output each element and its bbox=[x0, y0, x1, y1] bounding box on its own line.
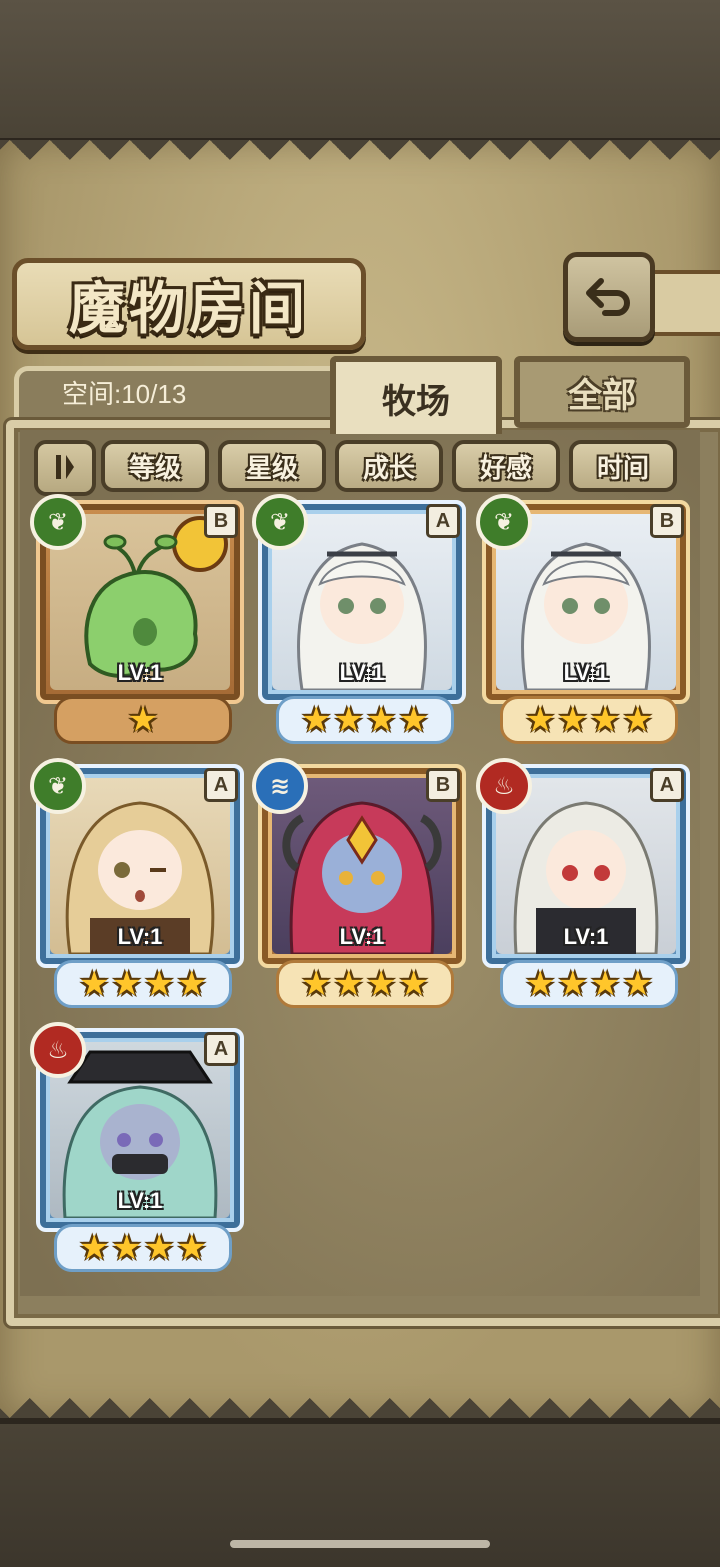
monster-card[interactable]: ≋ B LV:1 ★ ★ ★ ★ bbox=[252, 758, 466, 1008]
rank-badge: A bbox=[204, 1032, 238, 1066]
parchment-top-edge bbox=[0, 140, 720, 180]
parchment-bottom-edge bbox=[0, 1378, 720, 1418]
level-label: LV:1 bbox=[563, 660, 609, 685]
monster-card[interactable]: ❦ B LV:1 ★ bbox=[30, 494, 244, 744]
star-icon: ★ bbox=[622, 700, 653, 740]
page-title: 魔物房间 bbox=[69, 275, 309, 342]
home-indicator[interactable] bbox=[230, 1540, 490, 1548]
rank-badge: B bbox=[204, 504, 238, 538]
filter-level-button[interactable]: 等级 bbox=[101, 440, 209, 492]
level-label: LV:1 bbox=[339, 660, 385, 685]
star-icon: ★ bbox=[79, 964, 110, 1004]
monster-card[interactable]: ♨ A LV:1 ★ ★ ★ ★ bbox=[30, 1022, 244, 1272]
star-icon: ★ bbox=[590, 700, 621, 740]
star-icon: ★ bbox=[176, 964, 207, 1004]
filter-stars-button[interactable]: 星级 bbox=[218, 440, 326, 492]
star-icon: ★ bbox=[333, 964, 364, 1004]
rank-badge: A bbox=[426, 504, 460, 538]
star-icon: ★ bbox=[366, 964, 397, 1004]
back-button[interactable] bbox=[563, 252, 655, 342]
level-label: LV:1 bbox=[117, 660, 163, 685]
star-icon: ★ bbox=[333, 700, 364, 740]
star-icon: ★ bbox=[525, 964, 556, 1004]
filter-time-button[interactable]: 时间 bbox=[569, 440, 677, 492]
top-map-band bbox=[0, 0, 720, 144]
water-element-icon: ≋ bbox=[252, 758, 308, 814]
star-icon: ★ bbox=[590, 964, 621, 1004]
tab-all[interactable]: 全部 bbox=[514, 356, 690, 428]
fire-element-icon: ♨ bbox=[30, 1022, 86, 1078]
filter-affection-button[interactable]: 好感 bbox=[452, 440, 560, 492]
star-icon: ★ bbox=[127, 700, 159, 740]
star-icon: ★ bbox=[557, 964, 588, 1004]
star-icon: ★ bbox=[144, 964, 175, 1004]
level-label: LV:1 bbox=[339, 924, 385, 949]
star-icon: ★ bbox=[557, 700, 588, 740]
star-rating: ★ bbox=[54, 696, 232, 744]
monster-card[interactable]: ❦ A LV:1 ★ ★ ★ ★ bbox=[30, 758, 244, 1008]
star-rating: ★ ★ ★ ★ bbox=[500, 960, 678, 1008]
monster-card[interactable]: ❦ B LV:1 ★ ★ ★ ★ bbox=[476, 494, 690, 744]
nature-element-icon: ❦ bbox=[252, 494, 308, 550]
sort-order-button[interactable] bbox=[34, 440, 96, 496]
title-plate: 魔物房间 bbox=[12, 258, 366, 350]
star-icon: ★ bbox=[398, 700, 429, 740]
return-arrow-icon bbox=[586, 278, 630, 316]
star-icon: ★ bbox=[176, 1228, 207, 1268]
star-icon: ★ bbox=[79, 1228, 110, 1268]
rank-badge: B bbox=[426, 768, 460, 802]
star-icon: ★ bbox=[111, 964, 142, 1004]
level-label: LV:1 bbox=[117, 924, 163, 949]
star-icon: ★ bbox=[301, 964, 332, 1004]
monster-card[interactable]: ❦ A LV:1 ★ ★ ★ ★ bbox=[252, 494, 466, 744]
star-icon: ★ bbox=[301, 700, 332, 740]
star-icon: ★ bbox=[111, 1228, 142, 1268]
monster-card[interactable]: ♨ A LV:1 ★ ★ ★ ★ bbox=[476, 758, 690, 1008]
filter-growth-button[interactable]: 成长 bbox=[335, 440, 443, 492]
rank-badge: A bbox=[650, 768, 684, 802]
rank-badge: A bbox=[204, 768, 238, 802]
star-icon: ★ bbox=[622, 964, 653, 1004]
star-rating: ★ ★ ★ ★ bbox=[276, 960, 454, 1008]
star-rating: ★ ★ ★ ★ bbox=[54, 1224, 232, 1272]
sort-order-icon bbox=[56, 455, 74, 479]
storage-capacity: 空间:10/13 bbox=[62, 379, 187, 409]
nature-element-icon: ❦ bbox=[30, 758, 86, 814]
fire-element-icon: ♨ bbox=[476, 758, 532, 814]
level-label: LV:1 bbox=[117, 1188, 163, 1213]
star-icon: ★ bbox=[525, 700, 556, 740]
tab-ranch[interactable]: 牧场 bbox=[330, 356, 502, 434]
nature-element-icon: ❦ bbox=[30, 494, 86, 550]
star-icon: ★ bbox=[398, 964, 429, 1004]
nature-element-icon: ❦ bbox=[476, 494, 532, 550]
star-icon: ★ bbox=[144, 1228, 175, 1268]
level-label: LV:1 bbox=[563, 924, 609, 949]
star-rating: ★ ★ ★ ★ bbox=[54, 960, 232, 1008]
rank-badge: B bbox=[650, 504, 684, 538]
star-icon: ★ bbox=[366, 700, 397, 740]
star-rating: ★ ★ ★ ★ bbox=[276, 696, 454, 744]
star-rating: ★ ★ ★ ★ bbox=[500, 696, 678, 744]
